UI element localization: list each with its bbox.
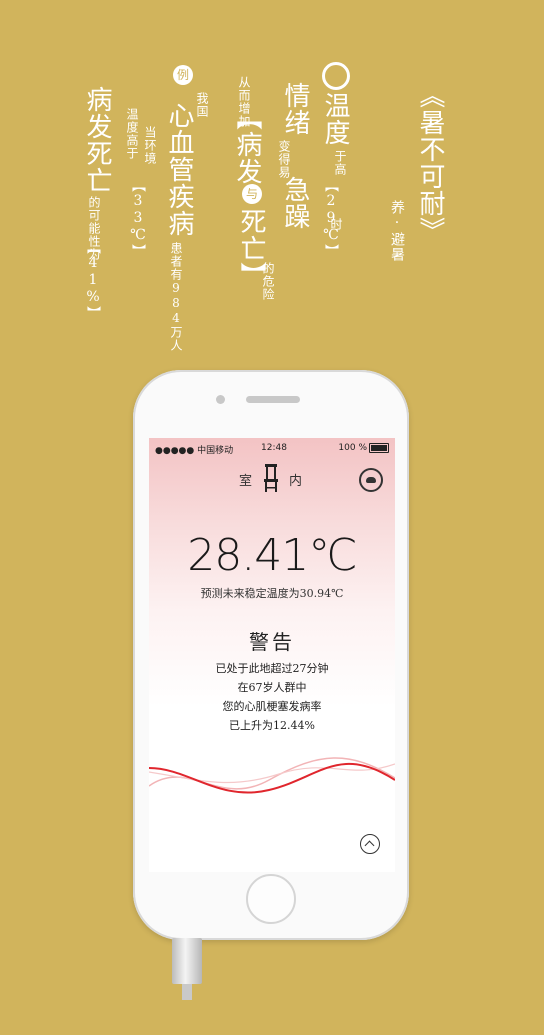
cable-tip <box>182 984 192 1000</box>
app-screen: ●●●●● 中国移动 12:48 100 % 室 内 28.41℃ 预测未来稳定… <box>149 438 395 872</box>
poster-title: 《暑不可耐》 <box>415 82 445 244</box>
home-button[interactable] <box>246 874 296 924</box>
temperature-prediction: 预测未来稳定温度为30.94℃ <box>200 587 344 600</box>
circle-icon <box>322 62 350 90</box>
cable-connector <box>172 938 202 984</box>
warning-line: 在67岁人群中 <box>237 681 307 694</box>
mood-small: 变得易 <box>277 140 291 179</box>
warning-title: 警告 <box>249 630 295 654</box>
warning-line: 已处于此地超过27分钟 <box>215 662 329 675</box>
env-small-2: 温度高于 <box>125 108 139 160</box>
death-heading: 病发死亡 <box>82 86 112 194</box>
chair-icon[interactable] <box>261 464 281 492</box>
and-circle-icon: 与 <box>242 184 262 204</box>
example-count: 患者有984万人 <box>169 242 183 352</box>
example-small: 我国 <box>195 92 209 118</box>
death-rate: 【41%】 <box>85 240 101 321</box>
carrier-label: ●●●●● 中国移动 <box>155 446 234 456</box>
status-bar: ●●●●● 中国移动 12:48 100 % <box>149 438 395 458</box>
battery-icon <box>369 443 389 453</box>
clock: 12:48 <box>261 443 287 453</box>
example-circle-icon: 例 <box>173 65 193 85</box>
current-temperature: 28.41℃ <box>187 530 357 581</box>
warning-line: 已上升为12.44% <box>229 719 315 732</box>
camera-icon <box>216 395 225 404</box>
risk-small-bottom: 的危险 <box>261 262 275 301</box>
temp-heading: 温度 <box>320 92 350 146</box>
battery-percent: 100 % <box>338 443 367 453</box>
header-left-label: 室 <box>239 474 253 489</box>
temp-time: 时 <box>329 218 343 231</box>
expand-up-icon[interactable] <box>360 834 380 854</box>
poster-subtitle: 养·避暑 <box>389 200 405 262</box>
temp-small: 于高 <box>333 150 347 176</box>
mood-word: 急躁 <box>280 176 310 230</box>
speaker-grill <box>246 396 300 403</box>
cloud-icon[interactable] <box>359 468 383 492</box>
example-heading: 心血管疾病 <box>164 102 194 237</box>
risk-illness: 【病发 <box>232 104 262 185</box>
env-threshold: 【33℃】 <box>130 178 146 259</box>
header-right-label: 内 <box>289 474 303 489</box>
env-small-1: 当环境 <box>143 126 157 165</box>
warning-line: 您的心肌梗塞发病率 <box>222 700 322 713</box>
mood-heading: 情绪 <box>280 82 310 136</box>
wave-graphic <box>149 757 395 794</box>
